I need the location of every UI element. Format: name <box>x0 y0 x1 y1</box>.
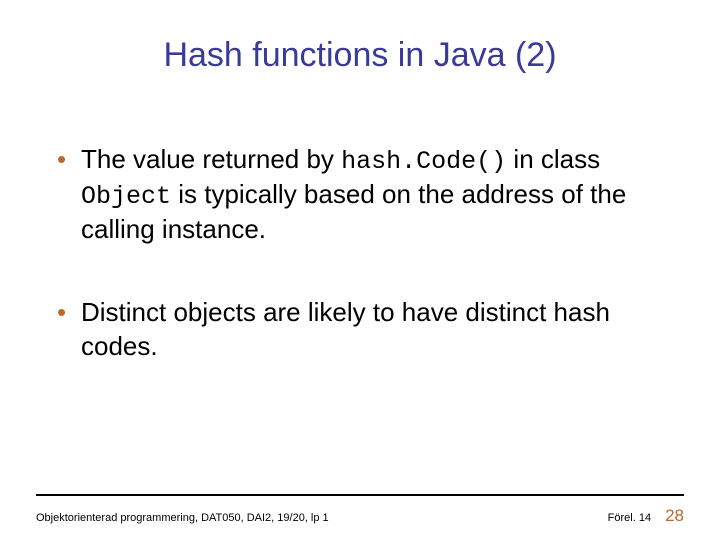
bullet-1-pre: The value returned by <box>81 144 341 174</box>
slide-title: Hash functions in Java (2) <box>55 36 665 75</box>
footer: Objektorienterad programmering, DAT050, … <box>36 494 684 526</box>
footer-left: Objektorienterad programmering, DAT050, … <box>36 512 329 524</box>
footer-lecture: Förel. 14 <box>608 512 651 524</box>
footer-right: Förel. 14 28 <box>608 506 684 526</box>
slide: Hash functions in Java (2) The value ret… <box>0 0 720 540</box>
bullet-2-text: Distinct objects are likely to have dist… <box>81 297 610 360</box>
bullet-1-mid: in class <box>506 144 600 174</box>
bullet-list: The value returned by hash.Code() in cla… <box>55 143 665 363</box>
footer-divider <box>36 494 684 496</box>
bullet-1-code2: Object <box>81 182 171 211</box>
bullet-1: The value returned by hash.Code() in cla… <box>55 143 665 246</box>
bullet-1-code1: hash.Code() <box>341 147 506 176</box>
page-number: 28 <box>665 506 684 526</box>
footer-row: Objektorienterad programmering, DAT050, … <box>36 506 684 526</box>
bullet-2: Distinct objects are likely to have dist… <box>55 296 665 363</box>
